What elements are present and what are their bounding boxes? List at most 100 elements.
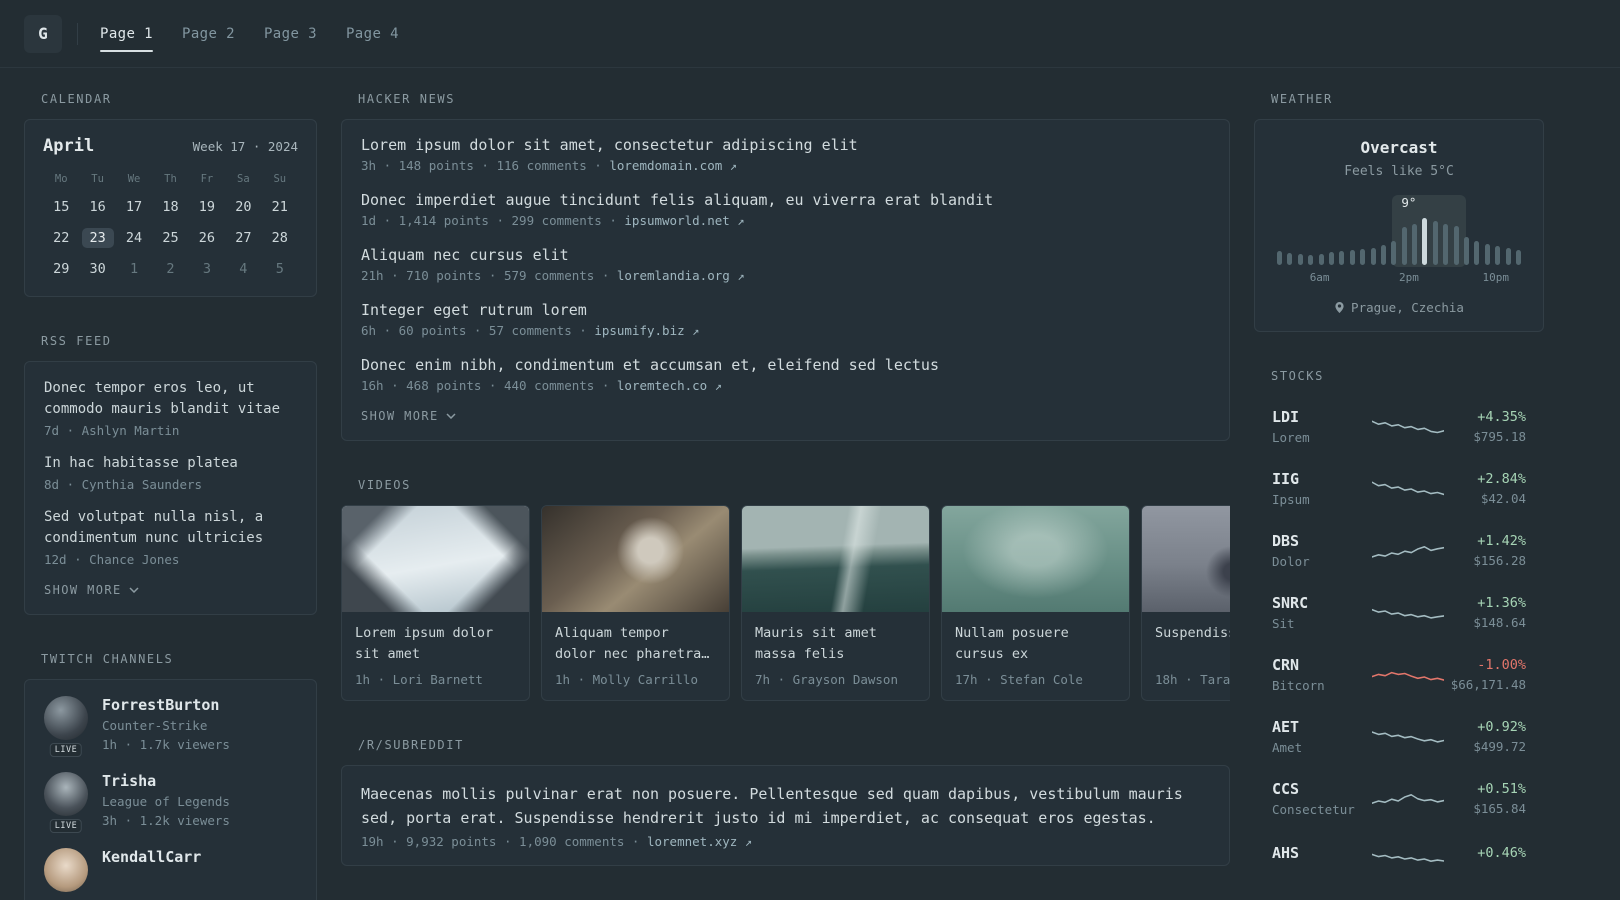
- external-link-icon: ↗: [737, 269, 745, 283]
- rss-item-title[interactable]: Donec tempor eros leo, ut commodo mauris…: [44, 378, 297, 420]
- twitch-channel-row[interactable]: KendallCarr: [44, 848, 297, 892]
- tab-page-1[interactable]: Page 1: [100, 26, 153, 52]
- stock-change: +4.35%: [1477, 409, 1526, 425]
- rss-item: In hac habitasse platea 8d · Cynthia Sau…: [44, 453, 297, 492]
- calendar-day: 5: [275, 260, 284, 277]
- hn-story-domain[interactable]: ipsumworld.net: [624, 213, 729, 228]
- video-title: Nullam posuere cursus ex: [955, 625, 1069, 662]
- twitch-channel-info: KendallCarr: [102, 848, 201, 892]
- stock-change: +1.42%: [1477, 533, 1526, 549]
- stock-price: $42.04: [1480, 491, 1526, 506]
- stocks-widget-title: STOCKS: [1271, 369, 1324, 383]
- subreddit-card: Maecenas mollis pulvinar erat non posuer…: [341, 765, 1230, 866]
- rss-card: Donec tempor eros leo, ut commodo mauris…: [24, 361, 317, 615]
- rss-widget-title: RSS FEED: [41, 334, 112, 348]
- stock-sparkline: [1371, 538, 1445, 564]
- calendar-day: 16: [89, 198, 106, 215]
- stock-symbol: LDI: [1272, 408, 1300, 426]
- stock-row[interactable]: DBS Dolor +1.42% $156.28: [1254, 520, 1544, 581]
- video-card[interactable]: Mauris sit amet massa felis 7h · Grayson…: [741, 505, 930, 701]
- video-card[interactable]: Lorem ipsum dolor sit amet consectetu… 1…: [341, 505, 530, 701]
- weather-bars: [1277, 218, 1521, 265]
- video-card[interactable]: Aliquam tempor dolor nec pharetra… 1h · …: [541, 505, 730, 701]
- rss-show-more-button[interactable]: SHOW MORE: [44, 583, 139, 597]
- hn-story-domain[interactable]: loremtech.co: [617, 378, 707, 393]
- twitch-widget: TWITCH CHANNELS LIVE ForrestBurton Count…: [24, 652, 317, 900]
- video-card[interactable]: Nullam posuere cursus ex 17h · Stefan Co…: [941, 505, 1130, 701]
- weather-card: Overcast Feels like 5°C 9° 6am 2pm 10pm …: [1254, 119, 1544, 332]
- stock-row[interactable]: AHS +0.46%: [1254, 830, 1544, 880]
- stock-row[interactable]: CCS Consectetur +0.51% $165.84: [1254, 768, 1544, 829]
- hn-story-title[interactable]: Donec enim nibh, condimentum et accumsan…: [361, 356, 1210, 374]
- tab-page-3[interactable]: Page 3: [264, 26, 317, 42]
- twitch-channel-name: Trisha: [102, 772, 157, 790]
- weekday-label: Sa: [237, 173, 250, 185]
- rss-item-title[interactable]: In hac habitasse platea: [44, 453, 297, 474]
- twitch-channel-row[interactable]: LIVE Trisha League of Legends 3h · 1.2k …: [44, 772, 297, 833]
- rss-widget: RSS FEED Donec tempor eros leo, ut commo…: [24, 334, 317, 615]
- weather-widget: WEATHER Overcast Feels like 5°C 9° 6am 2…: [1254, 92, 1544, 332]
- calendar-day: 15: [53, 198, 70, 215]
- hn-story-title[interactable]: Lorem ipsum dolor sit amet, consectetur …: [361, 136, 1210, 154]
- hn-story-meta: 1d · 1,414 points · 299 comments · ipsum…: [361, 213, 745, 228]
- hn-story: Lorem ipsum dolor sit amet, consectetur …: [361, 136, 1210, 173]
- external-link-icon: ↗: [692, 324, 700, 338]
- hn-story-title[interactable]: Integer eget rutrum lorem: [361, 301, 1210, 319]
- stock-sparkline: [1371, 662, 1445, 688]
- stock-row[interactable]: AET Amet +0.92% $499.72: [1254, 706, 1544, 767]
- calendar-weekday-row: Mo Tu We Th Fr Sa Su: [43, 173, 298, 185]
- calendar-widget-title: CALENDAR: [41, 92, 112, 106]
- hn-story-domain[interactable]: loremdomain.com: [609, 158, 722, 173]
- stock-price: $66,171.48: [1450, 677, 1526, 692]
- stock-price: $499.72: [1473, 739, 1526, 754]
- stock-symbol: DBS: [1272, 532, 1300, 550]
- hn-story-title[interactable]: Donec imperdiet augue tincidunt felis al…: [361, 191, 1210, 209]
- chevron-down-icon: [129, 587, 139, 593]
- hn-show-more-button[interactable]: SHOW MORE: [361, 409, 456, 423]
- calendar-day: 19: [198, 198, 216, 215]
- hn-story-title[interactable]: Aliquam nec cursus elit: [361, 246, 1210, 264]
- hn-story: Integer eget rutrum lorem 6h · 60 points…: [361, 301, 1210, 338]
- twitch-widget-title: TWITCH CHANNELS: [41, 652, 174, 666]
- reddit-post-title[interactable]: Maecenas mollis pulvinar erat non posuer…: [361, 782, 1210, 830]
- avatar: [44, 696, 88, 740]
- video-title: Lorem ipsum dolor sit amet consectetu…: [355, 625, 494, 662]
- reddit-post-meta: 19h · 9,932 points · 1,090 comments · lo…: [361, 834, 753, 849]
- video-meta: 1h · Molly Carrillo: [555, 672, 698, 687]
- calendar-header: April Week 17 · 2024: [43, 136, 298, 156]
- stock-sparkline: [1371, 786, 1445, 812]
- twitch-channel-game: League of Legends: [102, 794, 230, 809]
- tab-page-2[interactable]: Page 2: [182, 26, 235, 42]
- external-link-icon: ↗: [737, 214, 745, 228]
- reddit-post-domain[interactable]: loremnet.xyz: [647, 834, 737, 849]
- stock-price: $148.64: [1473, 615, 1526, 630]
- hn-story-meta: 16h · 468 points · 440 comments · loremt…: [361, 378, 722, 393]
- stock-row[interactable]: IIG Ipsum +2.84% $42.04: [1254, 458, 1544, 519]
- stock-row[interactable]: CRN Bitcorn -1.00% $66,171.48: [1254, 644, 1544, 705]
- right-column: WEATHER Overcast Feels like 5°C 9° 6am 2…: [1254, 92, 1544, 900]
- reddit-post: Maecenas mollis pulvinar erat non posuer…: [361, 782, 1210, 849]
- app-logo[interactable]: G: [24, 14, 62, 53]
- tab-page-4[interactable]: Page 4: [346, 26, 399, 42]
- stock-row[interactable]: LDI Lorem +4.35% $795.18: [1254, 396, 1544, 457]
- rss-item-title[interactable]: Sed volutpat nulla nisl, a condimentum n…: [44, 507, 297, 549]
- stock-sparkline: [1371, 842, 1445, 868]
- hn-story-meta: 21h · 710 points · 579 comments · loreml…: [361, 268, 745, 283]
- avatar: [44, 772, 88, 816]
- twitch-avatar-wrap: LIVE: [44, 772, 88, 833]
- stocks-widget: STOCKS LDI Lorem +4.35% $795.18 IIG Ipsu…: [1254, 369, 1544, 880]
- stock-change: +2.84%: [1477, 471, 1526, 487]
- rss-item: Sed volutpat nulla nisl, a condimentum n…: [44, 507, 297, 567]
- twitch-avatar-wrap: [44, 848, 88, 892]
- twitch-avatar-wrap: LIVE: [44, 696, 88, 757]
- weather-temp-label: 9°: [1401, 195, 1417, 210]
- calendar-card: April Week 17 · 2024 Mo Tu We Th Fr Sa S…: [24, 119, 317, 297]
- video-title: Aliquam tempor dolor nec pharetra…: [555, 625, 710, 662]
- calendar-day: 27: [235, 229, 252, 246]
- hn-story-domain[interactable]: loremlandia.org: [617, 268, 730, 283]
- hn-story-domain[interactable]: ipsumify.biz: [594, 323, 684, 338]
- video-card[interactable]: Suspendisse diam 18h · Tara: [1141, 505, 1230, 701]
- stock-row[interactable]: SNRC Sit +1.36% $148.64: [1254, 582, 1544, 643]
- video-meta: 1h · Lori Barnett: [355, 672, 483, 687]
- twitch-channel-row[interactable]: LIVE ForrestBurton Counter-Strike 1h · 1…: [44, 696, 297, 757]
